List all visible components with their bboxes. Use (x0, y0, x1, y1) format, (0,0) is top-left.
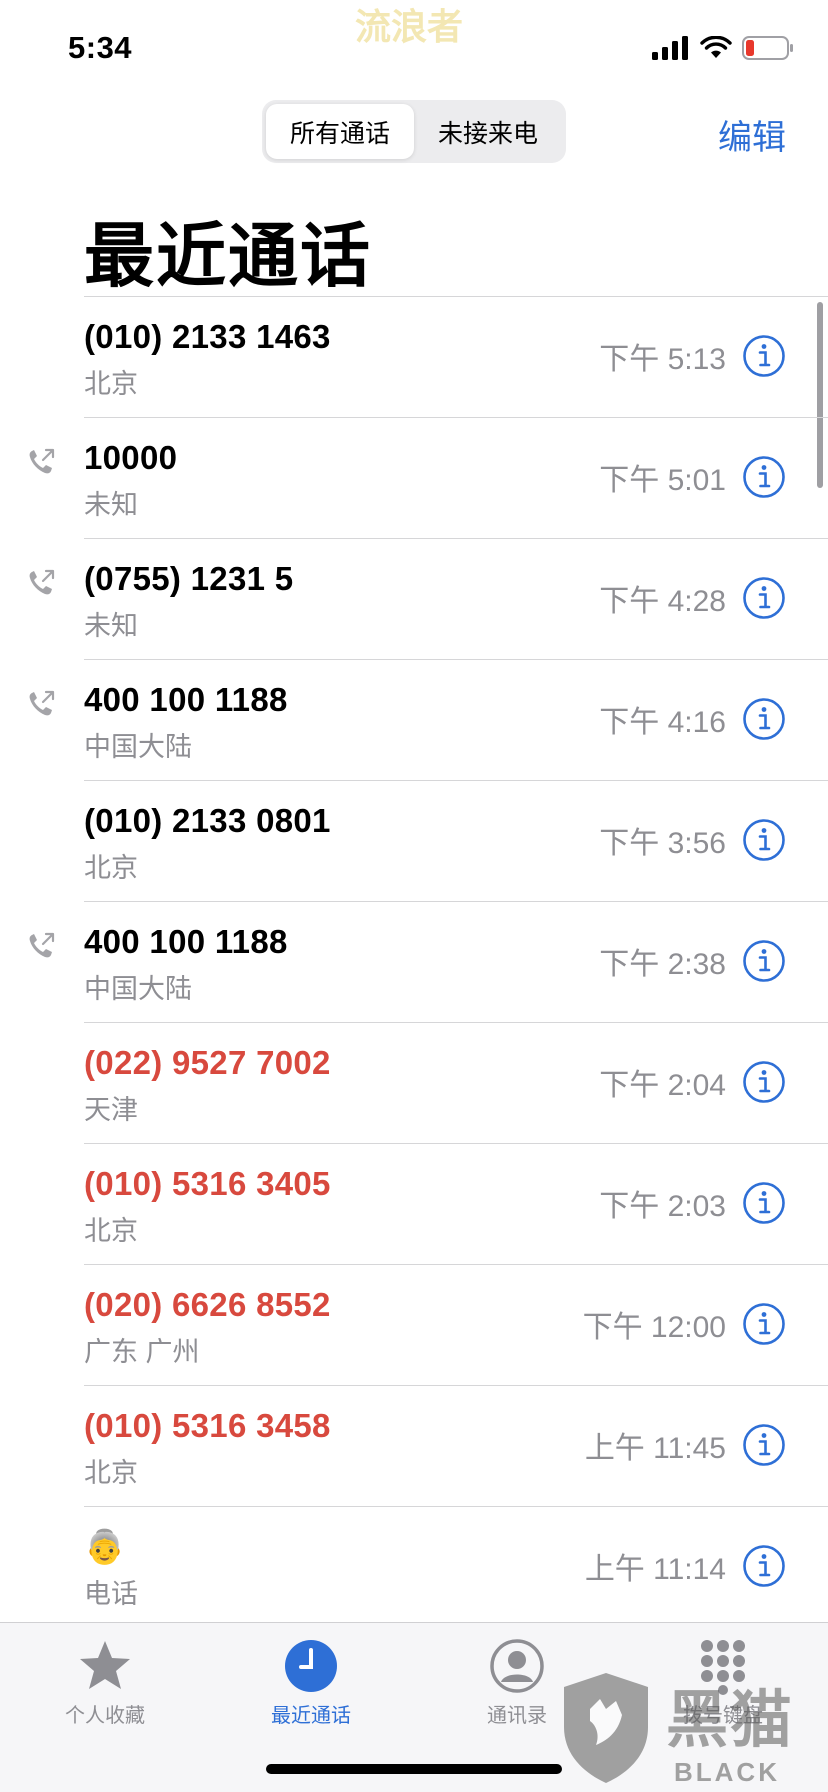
info-icon[interactable] (742, 334, 786, 378)
segment-all-calls[interactable]: 所有通话 (266, 104, 414, 159)
call-name: 400 100 1188 (84, 923, 288, 960)
tab-favorites[interactable]: 个人收藏 (30, 1637, 180, 1728)
info-icon[interactable] (742, 939, 786, 983)
call-location: 未知 (84, 611, 138, 641)
call-row[interactable]: (020) 6626 8552 广东 广州 下午 12:00 (0, 1264, 828, 1385)
call-row[interactable]: (010) 2133 1463 北京 下午 5:13 (0, 296, 828, 417)
call-location: 未知 (84, 490, 138, 520)
call-row[interactable]: (022) 9527 7002 天津 下午 2:04 (0, 1022, 828, 1143)
watermark-logo-en: BLACK CAT (674, 1757, 780, 1792)
call-row[interactable]: (0755) 1231 5 未知 下午 4:28 (0, 538, 828, 659)
watermark-logo-cn: 黑猫 (666, 1686, 795, 1755)
call-name: (010) 2133 0801 (84, 802, 331, 839)
info-icon[interactable] (742, 1181, 786, 1225)
call-location: 天津 (84, 1095, 138, 1125)
outgoing-call-icon (29, 690, 55, 716)
call-name: 👵 (84, 1528, 126, 1565)
status-icons (652, 36, 794, 60)
call-time: 上午 11:14 (584, 1553, 726, 1586)
watermark-text: 流浪者 (355, 6, 464, 47)
tab-favorites-label: 个人收藏 (65, 1705, 145, 1727)
call-time: 下午 5:01 (599, 464, 726, 497)
call-row[interactable]: (010) 5316 3458 北京 上午 11:45 (0, 1385, 828, 1506)
cat-shield-icon (564, 1673, 648, 1783)
recent-calls-list: (010) 2133 1463 北京 下午 5:13 10000 未知 下午 5:01 (0… (0, 296, 828, 1627)
call-name: (022) 9527 7002 (84, 1044, 331, 1081)
call-row[interactable]: 400 100 1188 中国大陆 下午 2:38 (0, 901, 828, 1022)
call-name: (0755) 1231 5 (84, 560, 294, 597)
call-time: 下午 2:03 (599, 1190, 726, 1223)
info-icon[interactable] (742, 697, 786, 741)
watermark-logo: 黑猫 BLACK CAT (556, 1669, 828, 1792)
call-name: (010) 5316 3405 (84, 1165, 331, 1202)
call-time: 下午 4:16 (599, 706, 726, 739)
call-location: 广东 广州 (84, 1337, 200, 1367)
outgoing-call-icon (29, 448, 55, 474)
call-location: 北京 (84, 1458, 138, 1488)
home-indicator[interactable] (266, 1764, 562, 1774)
call-time: 下午 2:04 (599, 1069, 726, 1102)
status-bar: 5:34 流浪者 (0, 0, 828, 100)
call-time: 上午 11:45 (584, 1432, 726, 1465)
call-row[interactable]: 10000 未知 下午 5:01 (0, 417, 828, 538)
header: 所有通话 未接来电 编辑 (0, 96, 828, 170)
wifi-icon (700, 36, 732, 58)
tab-recents[interactable]: 最近通话 (236, 1637, 386, 1728)
call-name: (010) 2133 1463 (84, 318, 331, 355)
call-location: 北京 (84, 369, 138, 399)
call-location: 北京 (84, 1216, 138, 1246)
call-name: 10000 (84, 439, 178, 476)
segmented-control: 所有通话 未接来电 (262, 100, 566, 163)
call-location: 电话 (84, 1579, 138, 1609)
cellular-signal-icon (652, 36, 688, 60)
edit-button[interactable]: 编辑 (718, 110, 786, 159)
segment-missed-calls[interactable]: 未接来电 (414, 104, 562, 159)
call-row[interactable]: (010) 5316 3405 北京 下午 2:03 (0, 1143, 828, 1264)
call-location: 北京 (84, 853, 138, 883)
call-time: 下午 5:13 (599, 343, 726, 376)
info-icon[interactable] (742, 1544, 786, 1588)
info-icon[interactable] (742, 1302, 786, 1346)
call-row[interactable]: 👵 电话 上午 11:14 (0, 1506, 828, 1627)
info-icon[interactable] (742, 818, 786, 862)
call-time: 下午 12:00 (582, 1311, 726, 1344)
clock-icon (285, 1640, 337, 1692)
star-icon (80, 1641, 130, 1689)
outgoing-call-icon (29, 932, 55, 958)
call-name: (010) 5316 3458 (84, 1407, 331, 1444)
status-time: 5:34 (68, 30, 133, 65)
info-icon[interactable] (742, 1423, 786, 1467)
call-row[interactable]: (010) 2133 0801 北京 下午 3:56 (0, 780, 828, 901)
info-icon[interactable] (742, 576, 786, 620)
info-icon[interactable] (742, 455, 786, 499)
call-time: 下午 2:38 (599, 948, 726, 981)
call-time: 下午 4:28 (599, 585, 726, 618)
call-name: (020) 6626 8552 (84, 1286, 331, 1323)
battery-icon (742, 36, 793, 60)
call-location: 中国大陆 (84, 974, 192, 1004)
call-time: 下午 3:56 (599, 827, 726, 860)
info-icon[interactable] (742, 1060, 786, 1104)
outgoing-call-icon (29, 569, 55, 595)
call-row[interactable]: 400 100 1188 中国大陆 下午 4:16 (0, 659, 828, 780)
page-title: 最近通话 (84, 217, 372, 295)
tab-recents-label: 最近通话 (271, 1705, 351, 1727)
call-location: 中国大陆 (84, 732, 192, 762)
call-name: 400 100 1188 (84, 681, 288, 718)
contacts-icon (490, 1639, 544, 1693)
